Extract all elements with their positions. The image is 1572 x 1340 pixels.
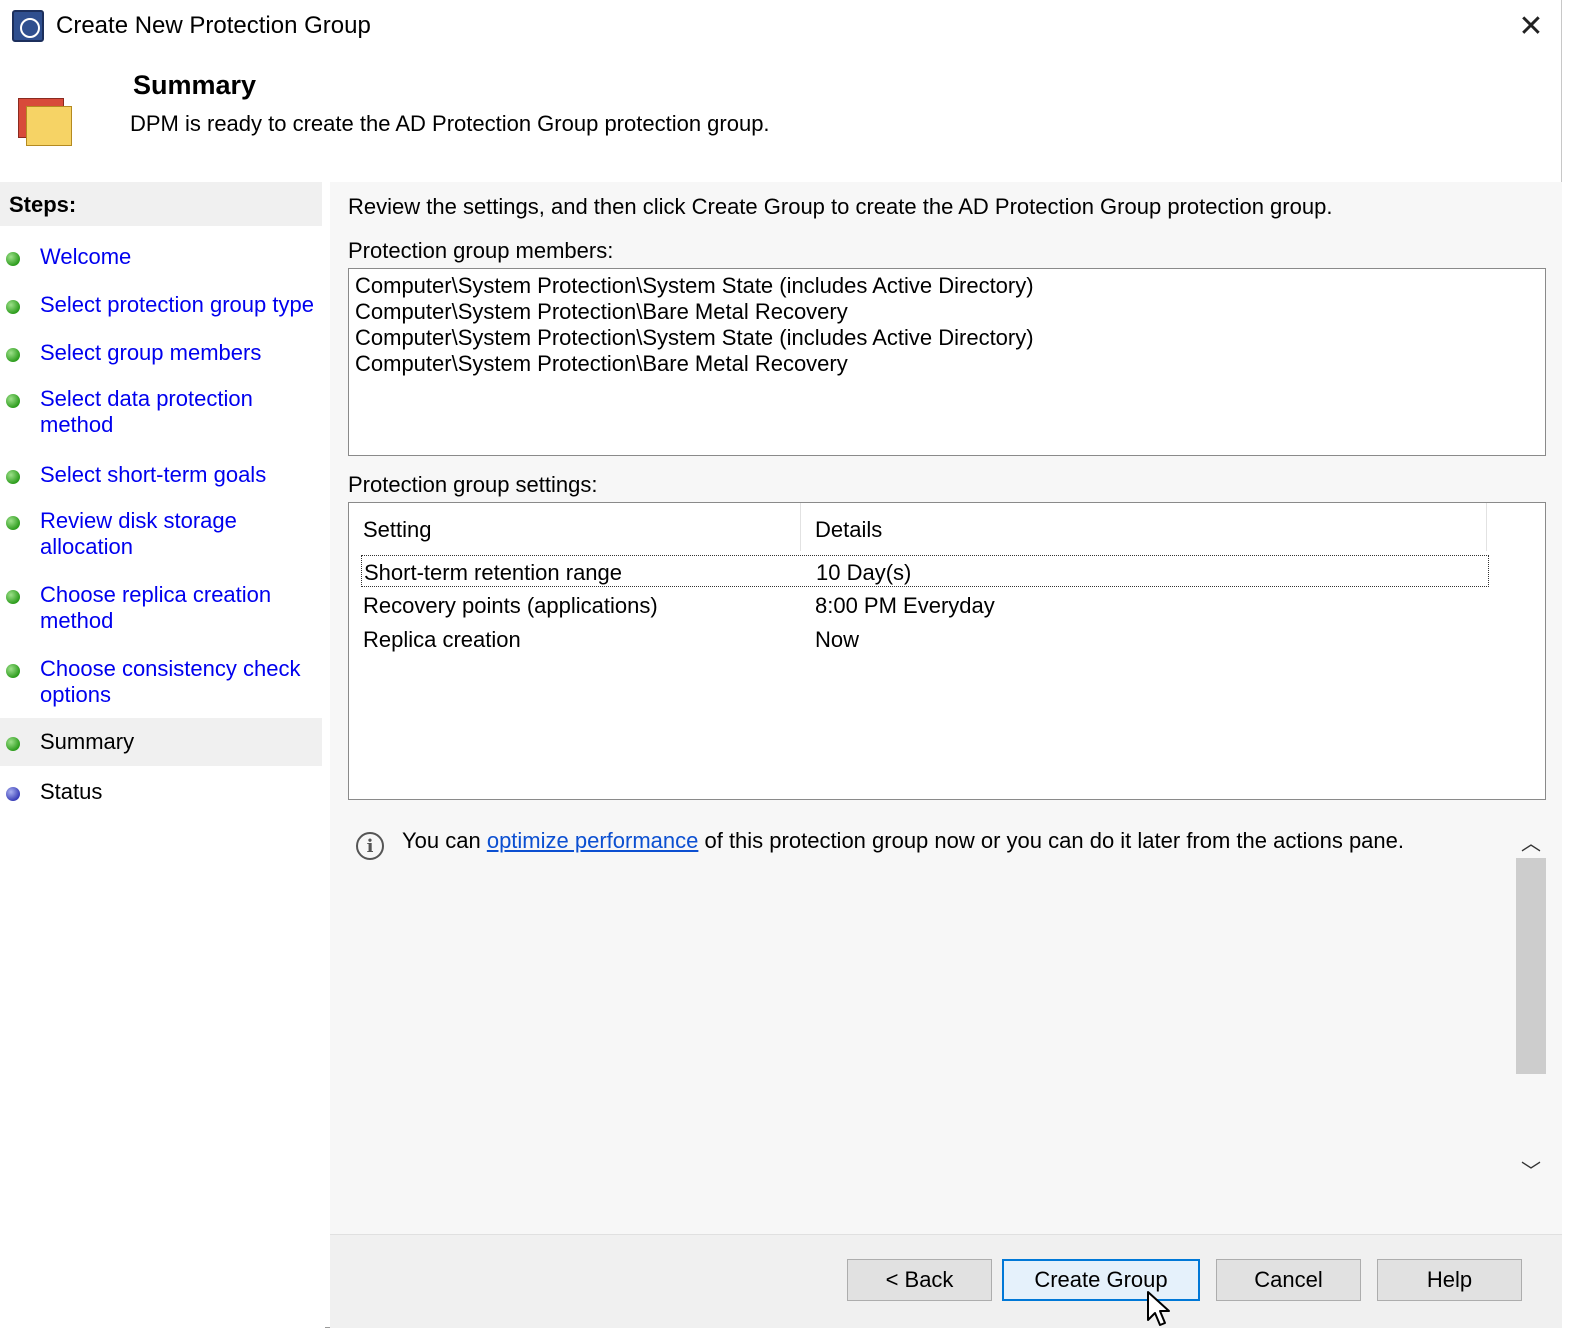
column-header-setting[interactable]: Setting bbox=[349, 503, 801, 551]
table-row[interactable]: Replica creation Now bbox=[361, 623, 1489, 655]
step-complete-icon bbox=[6, 516, 20, 530]
step-link[interactable]: Select data protection method bbox=[40, 386, 260, 438]
page-subtitle: DPM is ready to create the AD Protection… bbox=[130, 111, 770, 136]
mouse-pointer-icon bbox=[1147, 1291, 1170, 1326]
step-complete-icon bbox=[6, 590, 20, 604]
step-complete-icon bbox=[6, 252, 20, 266]
table-row[interactable]: Recovery points (applications) 8:00 PM E… bbox=[361, 589, 1489, 621]
step-complete-icon bbox=[6, 300, 20, 314]
dpm-app-icon bbox=[12, 10, 44, 42]
setting-cell: Replica creation bbox=[363, 627, 521, 652]
info-suffix: of this protection group now or you can … bbox=[698, 828, 1404, 853]
close-icon: ✕ bbox=[1518, 9, 1544, 43]
step-complete-icon bbox=[6, 348, 20, 362]
step-complete-icon bbox=[6, 664, 20, 678]
title-bar: Create New Protection Group ✕ bbox=[0, 0, 1561, 52]
step-link[interactable]: Select short-term goals bbox=[40, 462, 315, 488]
info-scrollbar[interactable]: ︿ ﹀ bbox=[1516, 824, 1546, 1184]
table-row[interactable]: Short-term retention range 10 Day(s) bbox=[361, 555, 1489, 587]
step-link[interactable]: Choose replica creation method bbox=[40, 582, 275, 634]
optimize-performance-link[interactable]: optimize performance bbox=[487, 828, 699, 853]
close-button[interactable]: ✕ bbox=[1508, 6, 1554, 46]
setting-cell: Short-term retention range bbox=[364, 560, 623, 585]
column-header-details[interactable]: Details bbox=[801, 503, 1487, 551]
main-pane: Review the settings, and then click Crea… bbox=[330, 182, 1562, 1328]
back-button[interactable]: < Back bbox=[847, 1259, 992, 1301]
step-complete-icon bbox=[6, 394, 20, 408]
list-item: Computer\System Protection\Bare Metal Re… bbox=[355, 351, 848, 376]
step-complete-icon bbox=[6, 737, 20, 751]
step-link[interactable]: Review disk storage allocation bbox=[40, 508, 250, 560]
cancel-button[interactable]: Cancel bbox=[1216, 1259, 1361, 1301]
step-pending-icon bbox=[6, 787, 20, 801]
list-item: Computer\System Protection\System State … bbox=[355, 325, 1034, 350]
window-title: Create New Protection Group bbox=[56, 12, 371, 39]
step-complete-icon bbox=[6, 470, 20, 484]
chevron-up-icon: ︿ bbox=[1521, 832, 1541, 855]
scroll-up-button[interactable]: ︿ bbox=[1516, 826, 1546, 856]
chevron-down-icon: ﹀ bbox=[1521, 1160, 1541, 1183]
info-message: You can optimize performance of this pro… bbox=[402, 828, 1404, 854]
help-button[interactable]: Help bbox=[1377, 1259, 1522, 1301]
list-item: Computer\System Protection\Bare Metal Re… bbox=[355, 299, 848, 324]
step-link[interactable]: Select protection group type bbox=[40, 292, 315, 318]
protection-group-folder-icon bbox=[18, 98, 72, 146]
steps-pane: Steps: Welcome Select protection group t… bbox=[0, 182, 325, 1328]
details-cell: 10 Day(s) bbox=[816, 560, 912, 585]
step-label: Status bbox=[40, 779, 103, 804]
steps-heading: Steps: bbox=[0, 182, 322, 226]
step-link[interactable]: Choose consistency check options bbox=[40, 656, 310, 708]
settings-label: Protection group settings: bbox=[348, 472, 598, 497]
page-title: Summary bbox=[133, 70, 257, 100]
members-label: Protection group members: bbox=[348, 238, 614, 263]
step-summary: Summary bbox=[0, 718, 322, 766]
dialog-window: Create New Protection Group ✕ Summary DP… bbox=[0, 0, 1562, 1328]
settings-table[interactable]: Setting Details Short-term retention ran… bbox=[348, 502, 1546, 800]
intro-text: Review the settings, and then click Crea… bbox=[348, 194, 1333, 219]
setting-cell: Recovery points (applications) bbox=[363, 593, 658, 618]
info-icon: i bbox=[356, 832, 384, 860]
info-prefix: You can bbox=[402, 828, 487, 853]
step-link[interactable]: Welcome bbox=[40, 244, 315, 270]
scroll-down-button[interactable]: ﹀ bbox=[1516, 1154, 1546, 1184]
list-item: Computer\System Protection\System State … bbox=[355, 273, 1034, 298]
step-link[interactable]: Select group members bbox=[40, 340, 315, 366]
button-bar: < Back Create Group Cancel Help bbox=[330, 1234, 1562, 1328]
members-list[interactable]: Computer\System Protection\System State … bbox=[348, 268, 1546, 456]
details-cell: 8:00 PM Everyday bbox=[815, 593, 995, 618]
scroll-thumb[interactable] bbox=[1516, 858, 1546, 1074]
step-label: Summary bbox=[40, 729, 135, 754]
details-cell: Now bbox=[815, 627, 860, 652]
